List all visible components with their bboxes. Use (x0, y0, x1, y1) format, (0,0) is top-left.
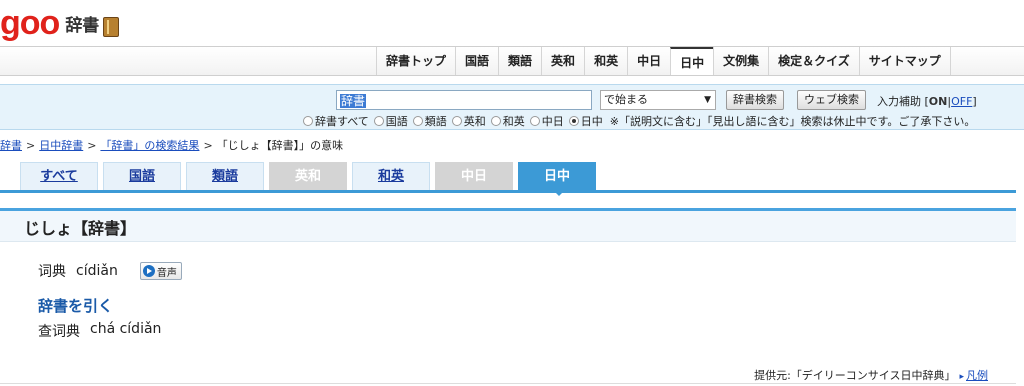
radio-icon (412, 116, 423, 126)
radio-checked-icon (568, 116, 579, 126)
radio-waei[interactable]: 和英 (490, 113, 525, 129)
audio-label: 音声 (156, 267, 177, 279)
radio-label: 類語 (424, 115, 447, 128)
translation-pinyin: cídiǎn (76, 263, 118, 279)
source-attribution: 提供元:「デイリーコンサイス日中辞典」 ▸ 凡例 (754, 367, 988, 383)
breadcrumb-separator: > (203, 139, 213, 152)
radio-icon (303, 116, 313, 126)
radio-label: 英和 (463, 115, 486, 128)
nav-item-ruigo[interactable]: 類語 (498, 47, 541, 75)
result-tabs: すべて 国語 類語 英和 和英 中日 日中 (20, 162, 596, 196)
legend-link[interactable]: 凡例 (966, 369, 988, 382)
breadcrumb-link-results[interactable]: 「辞書」の検索結果 (100, 139, 199, 152)
breadcrumb-separator: > (26, 139, 36, 152)
goo-dictionary-logo[interactable]: goo 辞書 (0, 4, 120, 42)
entry-title: じしょ【辞書】 (24, 219, 137, 238)
radio-nicchu[interactable]: 日中 (568, 113, 603, 129)
radio-eiwa[interactable]: 英和 (451, 113, 486, 129)
top-nav: 辞書トップ 国語 類語 英和 和英 中日 日中 文例集 検定＆クイズ サイトマッ… (0, 46, 1024, 76)
idiom-heading: 辞書を引く (38, 297, 114, 315)
input-assist-close: ] (972, 95, 977, 108)
input-assist-label: 入力補助 [ (877, 95, 929, 108)
idiom-meaning: 查词典 chá cídiǎn (38, 321, 161, 341)
chevron-down-icon: ▼ (704, 95, 711, 105)
radio-icon (490, 116, 501, 126)
translation-word: 词典 (38, 264, 66, 280)
radio-chunichi[interactable]: 中日 (529, 113, 564, 129)
nav-item-dictionary-top[interactable]: 辞書トップ (376, 47, 455, 75)
search-bar: 辞書 で始まる ▼ 辞書検索 ウェブ検索 入力補助 [ON|OFF] 辞書すべて… (0, 84, 1024, 130)
arrow-right-icon: ▸ (959, 372, 964, 382)
search-input[interactable]: 辞書 (336, 90, 592, 110)
radio-kokugo[interactable]: 国語 (373, 113, 408, 129)
radio-label: 日中 (580, 115, 603, 128)
tab-nicchu[interactable]: 日中 (518, 162, 596, 196)
tab-waei[interactable]: 和英 (352, 162, 430, 190)
radio-label: 辞書すべて (315, 115, 369, 128)
breadcrumb: 辞書 > 日中辞書 > 「辞書」の検索結果 > 「じしょ【辞書】」の意味 (0, 137, 343, 153)
tab-divider (0, 190, 1016, 193)
radio-icon (451, 116, 462, 126)
dictionary-search-button[interactable]: 辞書検索 (726, 90, 784, 110)
dictionary-radio-group: 辞書すべて 国語 類語 英和 和英 中日 日中 ※「説明文に含む」「見出し語に含… (303, 113, 975, 129)
nav-item-eiwa[interactable]: 英和 (541, 47, 584, 75)
tab-chunichi: 中日 (435, 162, 513, 190)
web-search-button[interactable]: ウェブ検索 (797, 90, 866, 110)
source-text: 提供元:「デイリーコンサイス日中辞典」 (754, 369, 956, 382)
input-assist: 入力補助 [ON|OFF] (877, 93, 977, 109)
radio-icon (529, 116, 540, 126)
tab-ruigo[interactable]: 類語 (186, 162, 264, 190)
breadcrumb-link-nicchu[interactable]: 日中辞書 (39, 139, 83, 152)
radio-all[interactable]: 辞書すべて (303, 113, 369, 129)
dictionary-logo-text: 辞書 (65, 16, 100, 36)
breadcrumb-separator: > (87, 139, 97, 152)
footer-divider (0, 383, 1016, 384)
radio-ruigo[interactable]: 類語 (412, 113, 447, 129)
audio-button[interactable]: 音声 (139, 262, 182, 280)
nav-item-kokugo[interactable]: 国語 (455, 47, 498, 75)
book-icon (103, 17, 120, 37)
nav-item-nicchu[interactable]: 日中 (670, 47, 714, 75)
nav-item-sitemap[interactable]: サイトマップ (858, 47, 951, 75)
radio-label: 国語 (385, 115, 408, 128)
tab-kokugo[interactable]: 国語 (103, 162, 181, 190)
entry-meaning: 词典 cídiǎn 音声 (38, 261, 182, 281)
play-icon (142, 265, 155, 277)
search-input-value: 辞書 (340, 94, 367, 108)
input-assist-on[interactable]: ON (929, 95, 948, 108)
tab-eiwa: 英和 (269, 162, 347, 190)
nav-item-bunrei[interactable]: 文例集 (713, 47, 768, 75)
search-notice: ※「説明文に含む」「見出し語に含む」検索は休止中です。ご了承下さい。 (609, 115, 976, 128)
input-assist-off-link[interactable]: OFF (951, 95, 972, 108)
radio-label: 中日 (541, 115, 564, 128)
breadcrumb-link-dictionary[interactable]: 辞書 (0, 139, 22, 152)
search-mode-value: で始まる (604, 93, 648, 106)
entry-header: じしょ【辞書】 (0, 208, 1016, 242)
nav-item-chunichi[interactable]: 中日 (627, 47, 670, 75)
radio-icon (373, 116, 384, 126)
idiom-translation-pinyin: chá cídiǎn (90, 321, 162, 337)
radio-label: 和英 (502, 115, 525, 128)
nav-item-quiz[interactable]: 検定＆クイズ (768, 47, 859, 75)
nav-item-waei[interactable]: 和英 (584, 47, 627, 75)
goo-logo: goo (0, 4, 60, 42)
search-mode-select[interactable]: で始まる ▼ (600, 90, 716, 110)
breadcrumb-current: 「じしょ【辞書】」の意味 (216, 139, 344, 152)
idiom-translation-word: 查词典 (38, 324, 80, 340)
tab-all[interactable]: すべて (20, 162, 98, 190)
